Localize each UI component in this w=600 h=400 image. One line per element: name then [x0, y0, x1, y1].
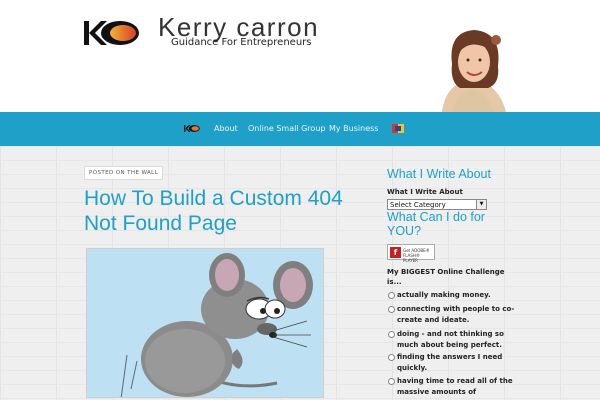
radio-button[interactable]: [388, 378, 395, 385]
flash-badge-text: Get ADOBE® FLASH® PLAYER: [403, 248, 430, 263]
poll-option-label: having time to read all of the massive a…: [397, 377, 513, 396]
sidebar-heading-write: What I Write About: [387, 167, 491, 181]
site-header: Kerry carron Guidance For Entrepreneurs: [0, 0, 600, 112]
chevron-down-icon[interactable]: ▼: [476, 200, 486, 209]
nav-item-my-business[interactable]: My Business: [329, 124, 378, 133]
logo-icon[interactable]: [84, 20, 140, 46]
flag-icon[interactable]: [392, 124, 404, 133]
nav-item-online-small-group[interactable]: Online Small Group: [248, 124, 325, 133]
site-tagline: Guidance For Entrepreneurs: [171, 37, 312, 48]
nav-item-about[interactable]: About: [214, 124, 238, 133]
radio-button[interactable]: [388, 292, 395, 299]
poll-option-label: connecting with people to co-create and …: [397, 305, 515, 324]
categories-widget-label: What I Write About: [387, 188, 463, 196]
profile-photo: [432, 24, 516, 112]
poll-question: My BIGGEST Online Challenge is...: [387, 268, 505, 286]
radio-button[interactable]: [388, 306, 395, 313]
category-select[interactable]: Select Category ▼: [387, 199, 487, 210]
flash-icon: f: [390, 247, 401, 258]
sidebar-heading-do: What Can I do for YOU?: [387, 210, 485, 238]
post-title[interactable]: How To Build a Custom 404 Not Found Page: [84, 186, 380, 236]
post-featured-image[interactable]: [86, 248, 324, 398]
nav-logo-icon[interactable]: [184, 124, 200, 133]
poll-option-label: finding the answers I need quickly.: [397, 353, 503, 372]
flash-player-badge[interactable]: f Get ADOBE® FLASH® PLAYER: [387, 244, 435, 263]
category-select-value: Select Category: [390, 201, 446, 209]
radio-button[interactable]: [388, 354, 395, 361]
post-category-tag[interactable]: POSTED ON THE WALL: [84, 166, 164, 180]
poll-option-label: doing - and not thinking so much about b…: [397, 330, 504, 349]
radio-button[interactable]: [388, 331, 395, 338]
mouse-illustration: [87, 249, 323, 397]
poll-option-label: actually making money.: [397, 291, 491, 299]
